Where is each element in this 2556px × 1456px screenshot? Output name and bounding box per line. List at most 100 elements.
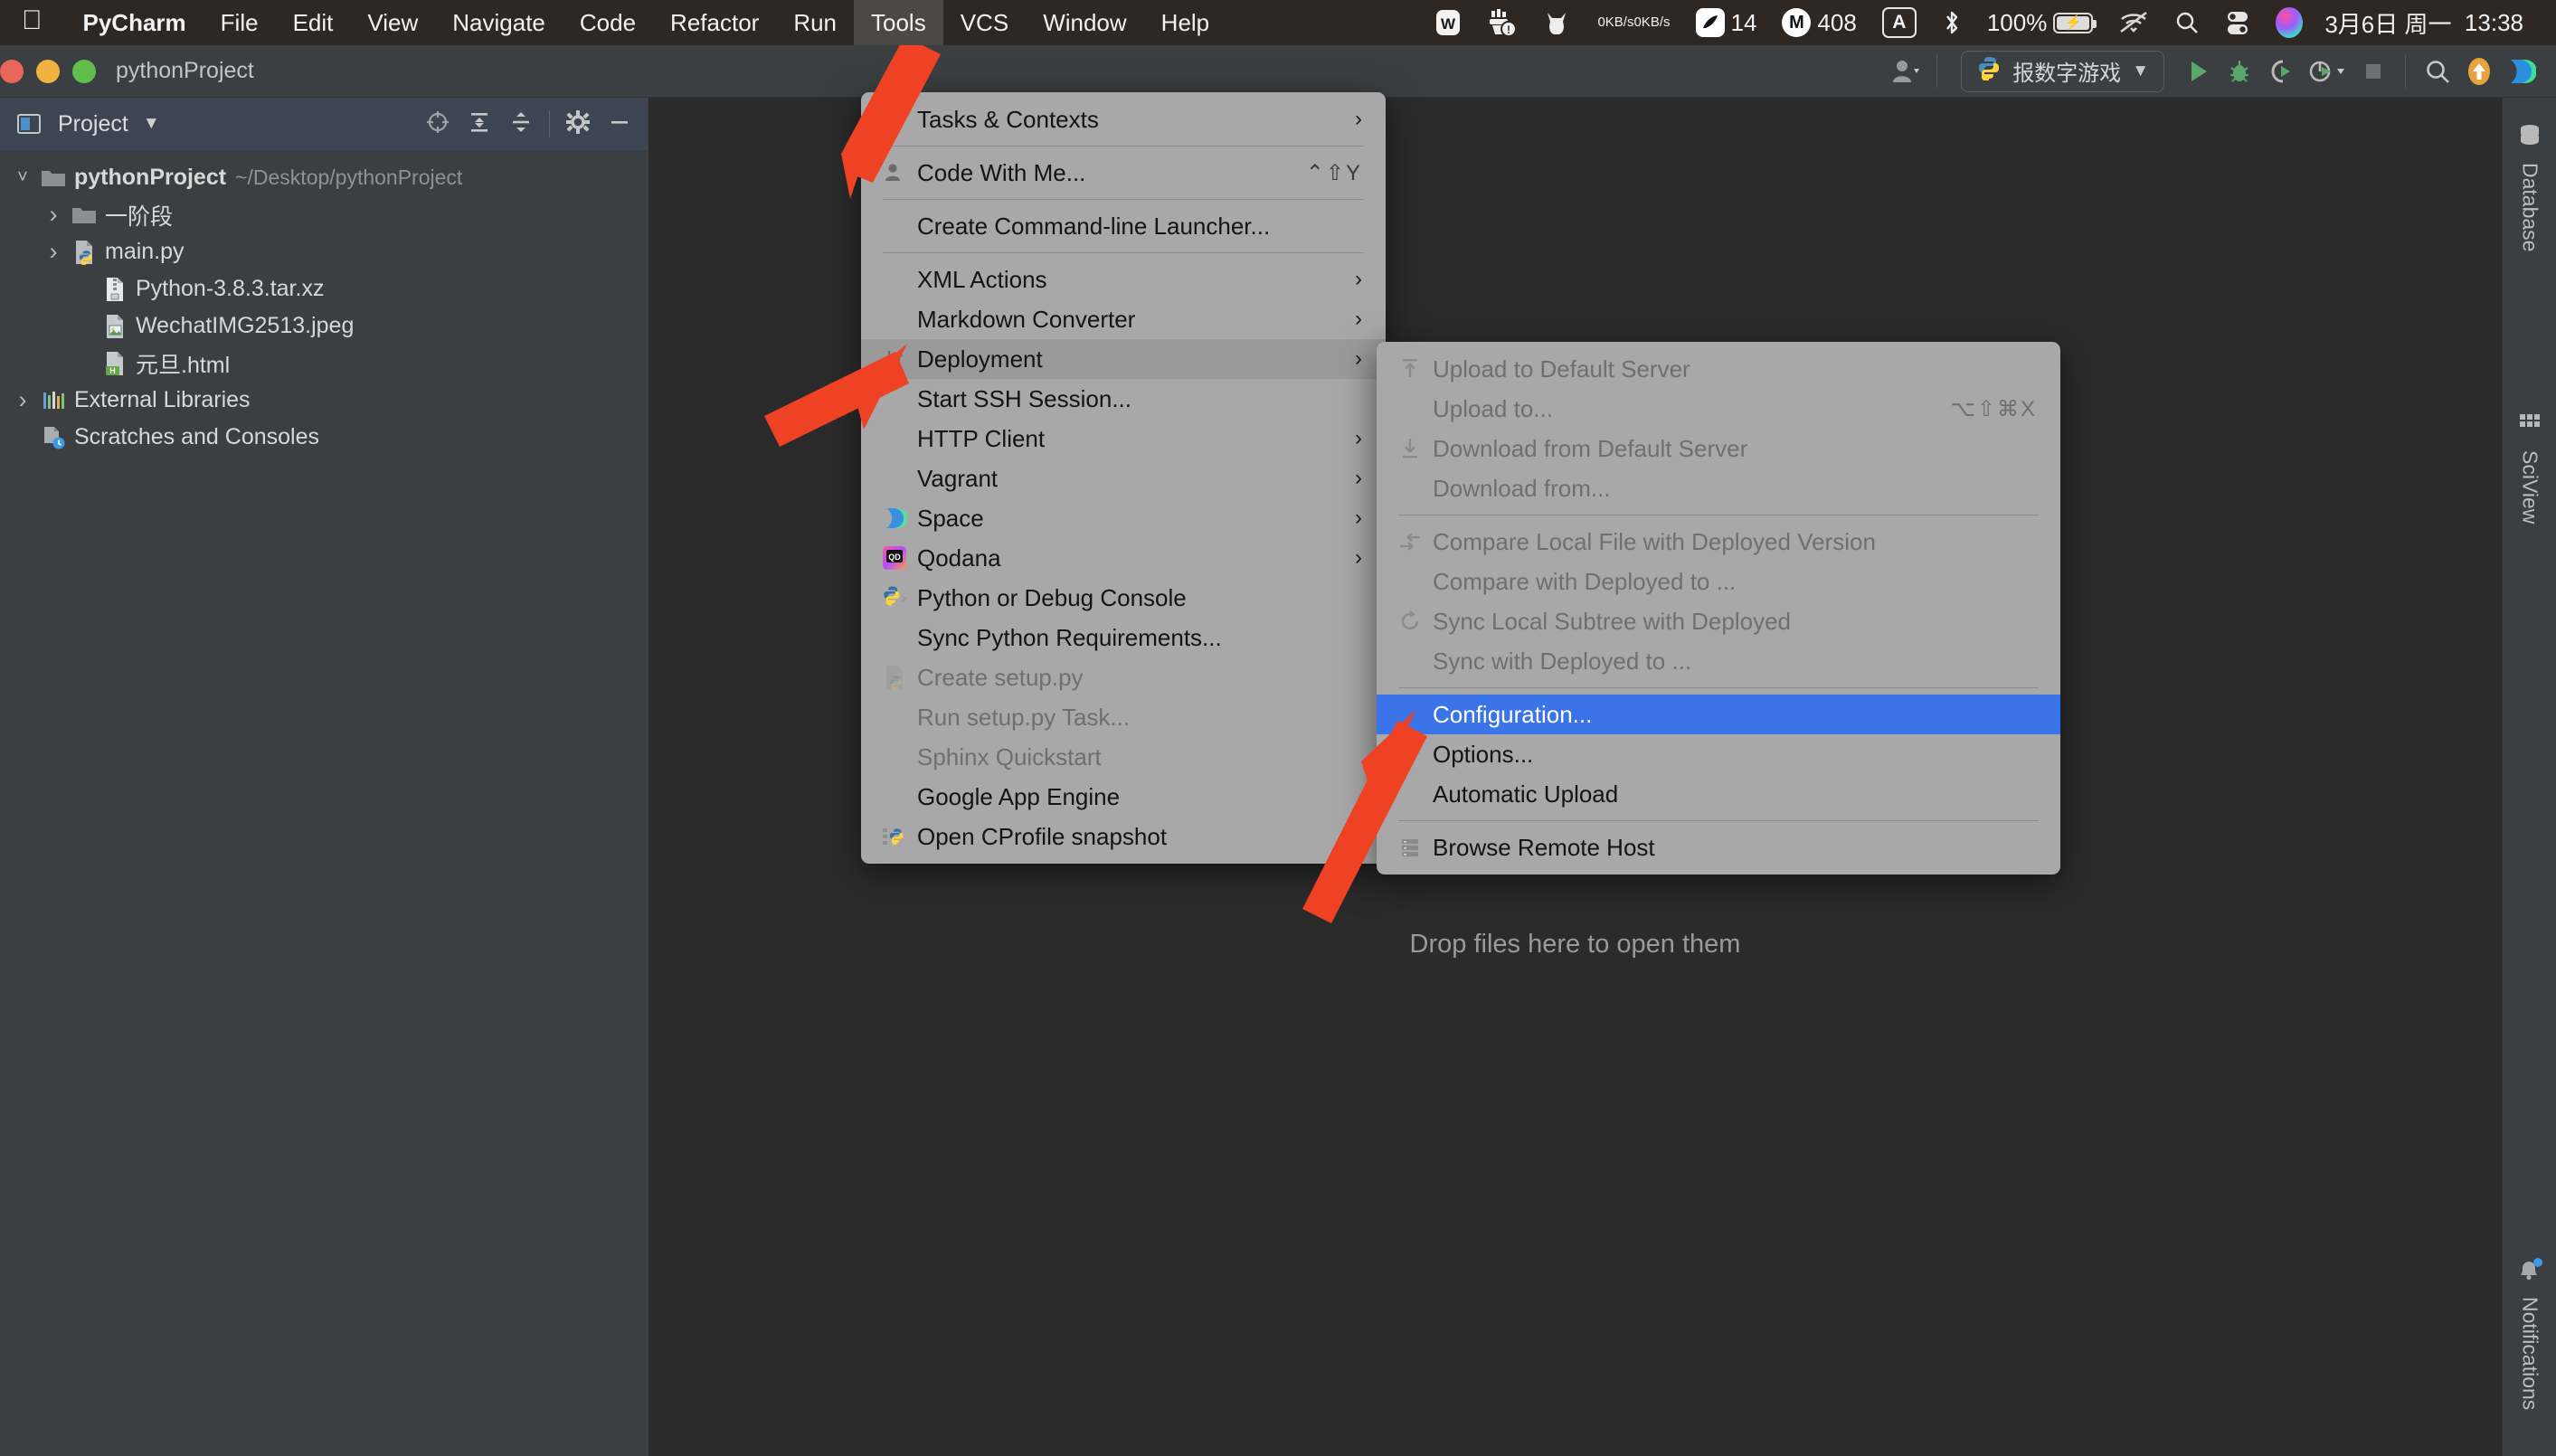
- project-tree[interactable]: ˅ pythonProject ~/Desktop/pythonProject › 一阶…: [0, 150, 648, 1456]
- scroll-from-source-icon[interactable]: [424, 109, 451, 140]
- window-traffic-lights: [0, 59, 96, 83]
- menu-item-http-client[interactable]: HTTP Client ›: [861, 419, 1386, 459]
- menu-clock[interactable]: 3月6日 周一 13:38: [2315, 0, 2536, 45]
- chevron-right-icon[interactable]: ›: [38, 201, 69, 229]
- maximize-window-button[interactable]: [72, 59, 96, 83]
- menu-item-qodana[interactable]: QD Qodana ›: [861, 538, 1386, 578]
- macmenu-item-view[interactable]: View: [350, 0, 435, 45]
- menu-item-google-app-engine[interactable]: Google App Engine: [861, 777, 1386, 817]
- run-configuration-selector[interactable]: 报数字游戏 ▼: [1961, 50, 2164, 92]
- menu-item-options[interactable]: Options...: [1377, 734, 2060, 774]
- spotlight-search-icon[interactable]: [2162, 0, 2212, 45]
- menu-item-start-ssh-session[interactable]: Start SSH Session...: [861, 379, 1386, 419]
- macmenu-item-file[interactable]: File: [204, 0, 276, 45]
- macmenu-item-navigate[interactable]: Navigate: [435, 0, 563, 45]
- macos-status-tray: W ! 0KB/s 0KB/s 14 M 408 A 100% ⚡ 3月6日 周…: [1422, 0, 2556, 45]
- sidebar-item-database[interactable]: Database: [2503, 123, 2556, 251]
- chevron-right-icon[interactable]: ›: [38, 238, 69, 266]
- tree-item-label: Python-3.8.3.tar.xz: [136, 276, 325, 301]
- tree-item[interactable]: WechatIMG2513.jpeg: [0, 307, 648, 345]
- macmenu-item-code[interactable]: Code: [563, 0, 653, 45]
- profile-button[interactable]: [2302, 51, 2352, 92]
- m-badge[interactable]: M 408: [1769, 0, 1869, 45]
- settings-gear-icon[interactable]: [564, 109, 592, 140]
- menu-item-create-command-line-launcher[interactable]: Create Command-line Launcher...: [861, 206, 1386, 246]
- chevron-down-icon[interactable]: ▼: [143, 114, 160, 134]
- tree-item[interactable]: Scratches and Consoles: [0, 419, 648, 456]
- chevron-right-icon[interactable]: ›: [7, 386, 38, 414]
- menu-item-xml-actions[interactable]: XML Actions ›: [861, 260, 1386, 299]
- macmenu-item-pycharm[interactable]: PyCharm: [66, 0, 204, 45]
- expand-all-icon[interactable]: [466, 109, 493, 140]
- menu-separator: [1398, 820, 2039, 821]
- menu-item-vagrant[interactable]: Vagrant ›: [861, 459, 1386, 498]
- update-project-icon[interactable]: [2458, 51, 2500, 92]
- deployment-submenu[interactable]: Upload to Default Server Upload to... ⌥⇧⌘X…: [1377, 342, 2060, 875]
- tree-item[interactable]: Python-3.8.3.tar.xz: [0, 270, 648, 307]
- macmenu-item-run[interactable]: Run: [776, 0, 854, 45]
- tools-dropdown-menu[interactable]: Tasks & Contexts › Code With Me... ⌃⇧Y Creat…: [861, 92, 1386, 864]
- menu-item-open-cprofile-snapshot[interactable]: Open CProfile snapshot: [861, 817, 1386, 856]
- menu-item-automatic-upload[interactable]: Automatic Upload: [1377, 774, 2060, 814]
- chevron-down-icon[interactable]: ˅: [7, 167, 38, 188]
- menu-item-space[interactable]: Space ›: [861, 498, 1386, 538]
- menu-item-label: Sphinx Quickstart: [917, 742, 1102, 771]
- swift-badge[interactable]: 14: [1683, 0, 1770, 45]
- run-with-coverage-button[interactable]: [2260, 51, 2302, 92]
- user-avatar-icon[interactable]: [1884, 51, 1926, 92]
- cat-icon[interactable]: [1529, 0, 1585, 45]
- battery-indicator[interactable]: 100% ⚡: [1974, 0, 2106, 45]
- menu-separator: [1398, 687, 2039, 688]
- menu-item-label: Download from...: [1433, 474, 1611, 502]
- jetbrains-space-icon[interactable]: [2500, 51, 2542, 92]
- menu-separator: [883, 252, 1364, 253]
- upload-icon: [1393, 357, 1427, 381]
- menu-item-tasks-contexts[interactable]: Tasks & Contexts ›: [861, 99, 1386, 139]
- menu-item-configuration[interactable]: Configuration...: [1377, 695, 2060, 734]
- bluetooth-icon[interactable]: [1929, 0, 1974, 45]
- macmenu-item-tools[interactable]: Tools: [854, 0, 943, 45]
- menu-item-deployment[interactable]: Deployment ›: [861, 339, 1386, 379]
- siri-icon[interactable]: [2263, 0, 2315, 45]
- tree-item[interactable]: › main.py: [0, 233, 648, 270]
- pycharm-window: pythonProject 报数字游戏 ▼ Project ▼ ˅ python…: [0, 45, 2556, 1456]
- macmenu-item-window[interactable]: Window: [1026, 0, 1143, 45]
- hide-panel-icon[interactable]: [606, 109, 633, 140]
- cleaner-icon[interactable]: !: [1474, 0, 1529, 45]
- menu-item-label: Vagrant: [917, 464, 999, 492]
- menu-item-code-with-me[interactable]: Code With Me... ⌃⇧Y: [861, 153, 1386, 193]
- tree-item[interactable]: ˅ pythonProject ~/Desktop/pythonProject: [0, 159, 648, 196]
- project-window-icon: [16, 111, 42, 137]
- person-icon: [877, 161, 912, 184]
- sidebar-item-notifications[interactable]: Notifications: [2503, 1257, 2556, 1410]
- menu-item-browse-remote-host[interactable]: Browse Remote Host: [1377, 827, 2060, 867]
- macmenu-item-vcs[interactable]: VCS: [943, 0, 1026, 45]
- menu-item-python-or-debug-console[interactable]: Python or Debug Console: [861, 578, 1386, 618]
- apple-logo-icon[interactable]: : [22, 7, 43, 34]
- macmenu-item-help[interactable]: Help: [1144, 0, 1226, 45]
- sidebar-item-sciview[interactable]: SciView: [2503, 412, 2556, 524]
- search-everywhere-icon[interactable]: [2417, 51, 2458, 92]
- menu-item-label: Compare with Deployed to ...: [1433, 567, 1737, 595]
- input-source-indicator[interactable]: A: [1870, 0, 1929, 45]
- macmenu-item-refactor[interactable]: Refactor: [653, 0, 776, 45]
- tree-item[interactable]: › External Libraries: [0, 382, 648, 419]
- menu-item-markdown-converter[interactable]: Markdown Converter ›: [861, 299, 1386, 339]
- stop-button[interactable]: [2352, 51, 2394, 92]
- collapse-all-icon[interactable]: [507, 109, 535, 140]
- wps-office-icon[interactable]: W: [1422, 0, 1474, 45]
- wifi-off-icon[interactable]: [2106, 0, 2162, 45]
- macmenu-item-edit[interactable]: Edit: [276, 0, 351, 45]
- tree-item[interactable]: H 元旦.html: [0, 345, 648, 382]
- minimize-window-button[interactable]: [36, 59, 60, 83]
- menu-item-shortcut: ⌃⇧Y: [1305, 160, 1362, 185]
- tree-item-label: pythonProject: [74, 165, 227, 190]
- menu-item-sync-python-requirements[interactable]: Sync Python Requirements...: [861, 618, 1386, 657]
- tree-item[interactable]: › 一阶段: [0, 196, 648, 233]
- network-speed-indicator[interactable]: 0KB/s 0KB/s: [1585, 0, 1682, 45]
- chevron-right-icon: ›: [1355, 346, 1362, 371]
- close-window-button[interactable]: [0, 59, 24, 83]
- run-button[interactable]: [2177, 51, 2219, 92]
- control-center-icon[interactable]: [2212, 0, 2263, 45]
- debug-button[interactable]: [2219, 51, 2260, 92]
